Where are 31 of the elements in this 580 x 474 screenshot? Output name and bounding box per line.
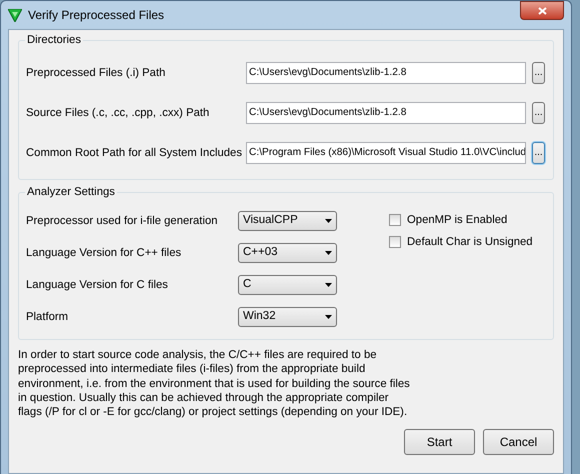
app-logo-icon <box>8 8 22 22</box>
dialog-button[interactable]: Start <box>404 429 475 456</box>
dropdown[interactable]: Win32 <box>238 307 337 327</box>
window-title: Verify Preprocessed Files <box>28 7 164 24</box>
checkbox[interactable] <box>389 214 401 226</box>
dropdown[interactable]: VisualCPP <box>238 211 337 231</box>
caret-icon <box>325 315 332 319</box>
field-label: Source Files (.c, .cc, .cpp, .cxx) Path <box>26 106 210 121</box>
field-label: Preprocessed Files (.i) Path <box>26 66 166 81</box>
caret-icon <box>325 283 332 287</box>
field-label: Language Version for C++ files <box>26 246 182 261</box>
close-icon <box>538 6 546 14</box>
browse-button[interactable]: ... <box>532 142 545 164</box>
path-field[interactable]: C:\Users\evg\Documents\zlib-1.2.8 <box>246 102 526 124</box>
checkbox-label: Default Char is Unsigned <box>407 234 533 250</box>
info-paragraph: In order to start source code analysis, the C/C++ files are required to be preprocessed into intermediate files (i-files) from the appropriate build environment, i.e. from the environment that is used for building the source files in question. Usually this can be achieved through the appropriate compiler flags (/P for cl or -E for gcc/clang) or project settings (depending on your IDE). <box>18 348 411 420</box>
path-field[interactable]: C:\Users\evg\Documents\zlib-1.2.8 <box>246 62 526 84</box>
checkbox-label: OpenMP is Enabled <box>407 212 508 228</box>
caret-icon <box>325 219 332 223</box>
field-label: Common Root Path for all System Includes <box>26 146 243 161</box>
caret-icon <box>325 251 332 255</box>
dialog-button[interactable]: Cancel <box>483 429 554 456</box>
dropdown[interactable]: C <box>238 275 337 295</box>
close-button[interactable] <box>520 1 564 20</box>
field-label: Language Version for C files <box>26 278 169 293</box>
dropdown[interactable]: C++03 <box>238 243 337 263</box>
checkbox[interactable] <box>389 236 401 248</box>
browse-button[interactable]: ... <box>532 102 545 124</box>
browse-button[interactable]: ... <box>532 62 545 84</box>
field-label: Platform <box>26 310 70 325</box>
field-label: Preprocessor used for i-file generation <box>26 214 219 229</box>
